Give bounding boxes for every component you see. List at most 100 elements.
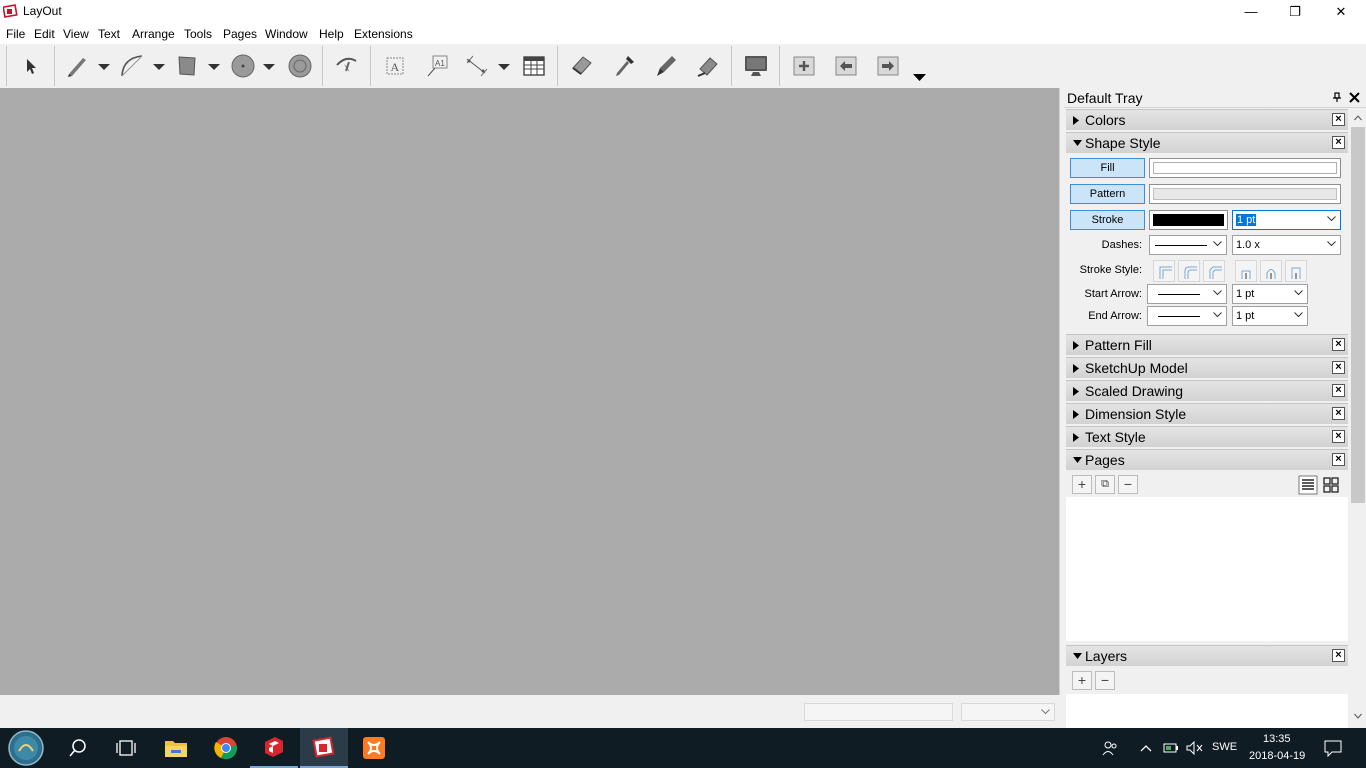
layers-list[interactable] (1066, 694, 1348, 728)
menu-text[interactable]: Text (98, 27, 120, 41)
stroke-color-swatch[interactable] (1149, 210, 1228, 230)
pages-list[interactable] (1066, 497, 1348, 641)
menu-file[interactable]: File (6, 27, 25, 41)
panel-close-icon[interactable]: × (1332, 361, 1345, 374)
table-tool-icon[interactable] (520, 52, 548, 80)
pin-icon[interactable] (1332, 92, 1342, 103)
dash-scale-select[interactable]: 1.0 x (1232, 235, 1341, 255)
dimension-dropdown-icon[interactable] (498, 62, 510, 72)
chevron-up-icon[interactable] (1140, 744, 1152, 752)
bevel-join-button[interactable] (1203, 260, 1225, 282)
measurements-field[interactable] (804, 703, 953, 721)
round-cap-button[interactable] (1260, 260, 1282, 282)
list-view-icon[interactable] (1298, 475, 1318, 495)
dashes-select[interactable] (1149, 235, 1227, 255)
polygon-tool-icon[interactable] (286, 52, 314, 80)
fill-color-swatch[interactable] (1149, 158, 1341, 178)
circle-dropdown-icon[interactable] (263, 62, 275, 72)
dimension-style-panel-header[interactable]: Dimension Style × (1066, 403, 1348, 424)
layers-panel-header[interactable]: Layers × (1066, 645, 1348, 666)
start-arrow-size-select[interactable]: 1 pt (1232, 284, 1308, 304)
minimize-button[interactable]: — (1228, 0, 1274, 23)
end-arrow-select[interactable] (1147, 306, 1227, 326)
action-center-icon[interactable] (1324, 739, 1342, 757)
panel-close-icon[interactable]: × (1332, 430, 1345, 443)
next-page-icon[interactable] (874, 52, 902, 80)
miter-join-button[interactable] (1153, 260, 1175, 282)
add-page-icon[interactable] (790, 52, 818, 80)
task-view-button[interactable] (102, 728, 150, 768)
text-tool-icon[interactable]: A (381, 52, 409, 80)
zoom-select[interactable] (961, 703, 1055, 721)
menu-view[interactable]: View (63, 27, 89, 41)
volume-muted-icon[interactable] (1186, 741, 1203, 755)
previous-page-icon[interactable] (832, 52, 860, 80)
select-tool-icon[interactable] (17, 52, 45, 80)
menu-tools[interactable]: Tools (184, 27, 212, 41)
fill-toggle-button[interactable]: Fill (1070, 158, 1145, 178)
colors-panel-header[interactable]: Colors × (1066, 109, 1348, 130)
pattern-toggle-button[interactable]: Pattern (1070, 184, 1145, 204)
dimension-tool-icon[interactable] (463, 52, 491, 80)
stroke-toggle-button[interactable]: Stroke (1070, 210, 1145, 230)
stroke-width-select[interactable]: 1 pt (1232, 210, 1341, 230)
battery-icon[interactable] (1163, 741, 1179, 755)
clock-date[interactable]: 2018-04-19 (1249, 750, 1305, 762)
panel-close-icon[interactable]: × (1332, 649, 1345, 662)
start-button[interactable] (2, 728, 50, 768)
document-canvas[interactable] (0, 88, 1059, 695)
panel-close-icon[interactable]: × (1332, 453, 1345, 466)
arc-tool-icon[interactable] (118, 52, 146, 80)
butt-cap-button[interactable] (1235, 260, 1257, 282)
text-style-panel-header[interactable]: Text Style × (1066, 426, 1348, 447)
menu-pages[interactable]: Pages (223, 27, 257, 41)
scroll-up-icon[interactable] (1354, 115, 1362, 121)
panel-close-icon[interactable]: × (1332, 384, 1345, 397)
panel-close-icon[interactable]: × (1332, 113, 1345, 126)
scrollbar-thumb[interactable] (1351, 127, 1365, 503)
circle-tool-icon[interactable] (229, 52, 257, 80)
start-arrow-select[interactable] (1147, 284, 1227, 304)
arc-dropdown-icon[interactable] (153, 62, 165, 72)
join-tool-icon[interactable] (694, 52, 722, 80)
sketchup-model-panel-header[interactable]: SketchUp Model × (1066, 357, 1348, 378)
tray-close-icon[interactable] (1349, 92, 1360, 103)
toolbar-overflow-icon[interactable] (913, 73, 926, 82)
round-join-button[interactable] (1178, 260, 1200, 282)
split-tool-icon[interactable] (333, 52, 361, 80)
chrome-button[interactable] (202, 728, 250, 768)
menu-extensions[interactable]: Extensions (354, 27, 413, 41)
label-tool-icon[interactable]: A1 (423, 52, 451, 80)
remove-page-button[interactable]: − (1118, 475, 1138, 494)
pages-panel-header[interactable]: Pages × (1066, 449, 1348, 470)
scaled-drawing-panel-header[interactable]: Scaled Drawing × (1066, 380, 1348, 401)
menu-help[interactable]: Help (319, 27, 344, 41)
file-explorer-button[interactable] (152, 728, 200, 768)
pattern-fill-panel-header[interactable]: Pattern Fill × (1066, 334, 1348, 355)
xampp-button[interactable] (350, 728, 398, 768)
rectangle-tool-icon[interactable] (173, 52, 201, 80)
duplicate-page-button[interactable]: ⧉ (1095, 475, 1115, 494)
sample-tool-icon[interactable] (652, 52, 680, 80)
line-dropdown-icon[interactable] (98, 62, 110, 72)
close-button[interactable]: ✕ (1318, 0, 1364, 23)
eraser-tool-icon[interactable] (568, 52, 596, 80)
presentation-icon[interactable] (742, 52, 770, 80)
end-arrow-size-select[interactable]: 1 pt (1232, 306, 1308, 326)
search-button[interactable] (54, 728, 102, 768)
add-layer-button[interactable]: + (1072, 671, 1092, 690)
scroll-down-icon[interactable] (1354, 713, 1362, 719)
restore-button[interactable]: ❐ (1272, 0, 1318, 23)
line-tool-icon[interactable] (63, 52, 91, 80)
clock-time[interactable]: 13:35 (1263, 733, 1291, 745)
sketchup-button[interactable] (250, 728, 298, 768)
shape-style-panel-header[interactable]: Shape Style × (1066, 132, 1348, 153)
people-icon[interactable] (1102, 740, 1118, 756)
menu-window[interactable]: Window (265, 27, 308, 41)
panel-close-icon[interactable]: × (1332, 136, 1345, 149)
add-page-button[interactable]: + (1072, 475, 1092, 494)
style-tool-icon[interactable] (610, 52, 638, 80)
layout-button[interactable] (300, 728, 348, 768)
remove-layer-button[interactable]: − (1095, 671, 1115, 690)
rectangle-dropdown-icon[interactable] (208, 62, 220, 72)
